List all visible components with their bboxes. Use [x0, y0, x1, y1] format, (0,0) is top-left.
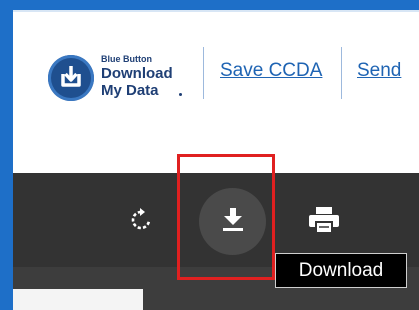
frame-inner-edge: [13, 10, 419, 12]
print-button[interactable]: [304, 203, 344, 241]
rotate-button[interactable]: [124, 205, 158, 239]
header-separator: [203, 47, 204, 99]
save-ccda-link[interactable]: Save CCDA: [220, 60, 322, 82]
rotate-icon: [128, 207, 154, 238]
blue-button-logo[interactable]: Blue Button Download My Data: [48, 53, 193, 103]
viewer-side-panel: [13, 289, 143, 310]
print-icon: [307, 205, 341, 240]
window-frame-left: [0, 0, 13, 310]
logo-trademark-dot: [179, 93, 182, 96]
logo-line1: Download: [101, 65, 173, 82]
download-logo-icon: [48, 55, 94, 101]
download-tooltip: Download: [275, 253, 407, 288]
logo-line2: My Data: [101, 82, 159, 99]
logo-small-text: Blue Button: [101, 54, 152, 64]
send-link[interactable]: Send: [357, 60, 401, 82]
window-frame-top: [0, 0, 419, 10]
highlight-box: [177, 154, 275, 280]
header-separator: [341, 47, 342, 99]
